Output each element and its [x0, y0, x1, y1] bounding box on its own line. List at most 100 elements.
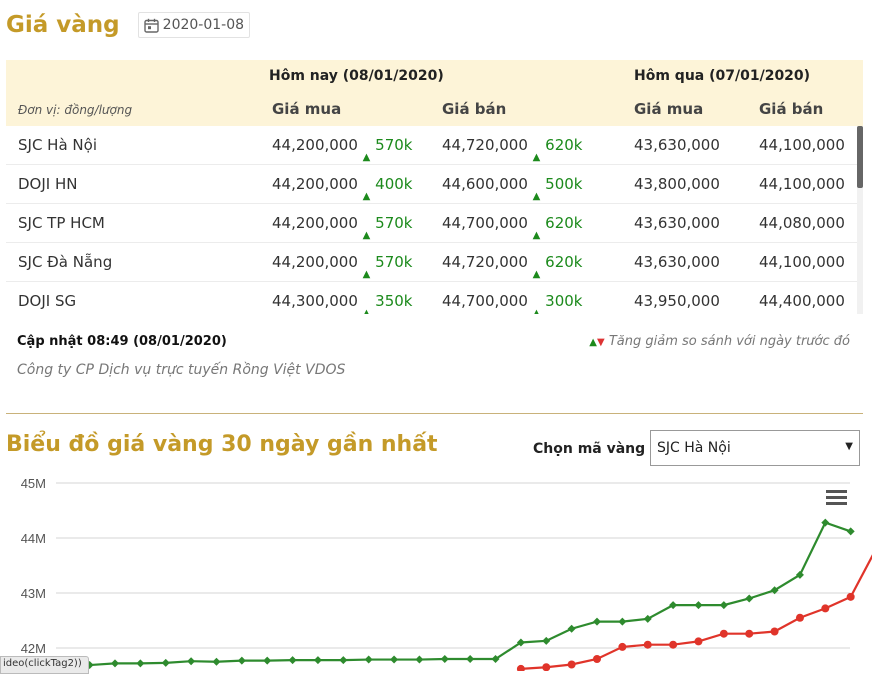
sell-data-point[interactable]	[390, 655, 399, 664]
sell-data-point[interactable]	[567, 624, 576, 633]
sell-data-point[interactable]	[745, 594, 754, 603]
table-row: DOJI SG 44,300,000 ▲ 350k 44,700,000 ▲ 3…	[6, 282, 863, 314]
sell-data-point[interactable]	[440, 655, 449, 663]
sell-data-point[interactable]	[161, 658, 170, 667]
buy-data-point[interactable]	[593, 655, 601, 663]
sell-data-point[interactable]	[618, 617, 627, 626]
buy-data-point[interactable]	[567, 660, 576, 669]
up-arrow-icon: ▲	[532, 308, 541, 314]
prev-buy-price: 43,630,000	[634, 253, 720, 271]
sell-price: 44,700,000 ▲ 300k	[442, 292, 583, 314]
sell-change: 300k	[545, 292, 583, 310]
yesterday-sell-header: Giá bán	[759, 100, 824, 118]
up-arrow-icon: ▲	[362, 152, 371, 163]
up-arrow-icon: ▲	[532, 230, 541, 241]
buy-price: 44,300,000 ▲ 350k	[272, 292, 413, 314]
up-arrow-icon: ▲	[589, 337, 597, 348]
sell-data-point[interactable]	[237, 656, 246, 665]
y-tick-label: 44M	[21, 531, 46, 546]
prev-sell-price: 44,080,000	[759, 214, 845, 232]
table-row: DOJI HN 44,200,000 ▲ 400k 44,600,000 ▲ 5…	[6, 165, 863, 204]
sell-data-point[interactable]	[364, 655, 373, 664]
table-body[interactable]: SJC Hà Nội 44,200,000 ▲ 570k 44,720,000 …	[6, 126, 863, 314]
gold-type-select[interactable]: SJC Hà Nội ▼	[650, 430, 860, 466]
date-picker[interactable]: 2020-01-08	[137, 12, 251, 38]
sell-data-point[interactable]	[669, 601, 678, 610]
buy-price-line	[520, 554, 872, 670]
y-tick-label: 43M	[21, 586, 46, 601]
sell-change: 620k	[545, 214, 583, 232]
buy-data-point[interactable]	[770, 627, 779, 636]
buy-price: 44,200,000 ▲ 570k	[272, 214, 413, 241]
page-title: Giá vàng	[6, 12, 120, 38]
sell-data-point[interactable]	[593, 617, 601, 626]
buy-data-point[interactable]	[795, 613, 804, 622]
sell-price: 44,720,000 ▲ 620k	[442, 136, 583, 163]
prev-sell-price: 44,100,000	[759, 253, 845, 271]
sell-data-point[interactable]	[415, 655, 424, 664]
prev-buy-price: 43,950,000	[634, 292, 720, 310]
table-scrollbar[interactable]	[857, 126, 863, 314]
buy-change: 570k	[375, 136, 413, 154]
buy-price: 44,200,000 ▲ 570k	[272, 136, 413, 163]
gold-type-name: SJC TP HCM	[18, 214, 105, 232]
hamburger-menu-icon[interactable]	[826, 490, 847, 505]
sell-data-point[interactable]	[466, 655, 475, 663]
sell-data-point[interactable]	[136, 659, 145, 668]
gold-type-name: SJC Hà Nội	[18, 136, 97, 154]
buy-data-point[interactable]	[694, 637, 703, 646]
buy-data-point[interactable]	[821, 604, 830, 613]
change-legend-text: Tăng giảm so sánh với ngày trước đó	[608, 334, 850, 349]
up-arrow-icon: ▲	[532, 152, 541, 163]
sell-data-point[interactable]	[187, 657, 196, 666]
sell-data-point[interactable]	[821, 518, 830, 527]
buy-data-point[interactable]	[542, 663, 551, 671]
sell-data-point[interactable]	[212, 657, 221, 666]
select-label: Chọn mã vàng	[533, 441, 646, 457]
chevron-down-icon: ▼	[845, 441, 853, 452]
table-header-dates: Hôm nay (08/01/2020) Hôm qua (07/01/2020…	[6, 60, 863, 92]
buy-data-point[interactable]	[643, 640, 652, 649]
sell-price-line	[64, 521, 852, 668]
sell-price: 44,600,000 ▲ 500k	[442, 175, 583, 202]
date-value: 2020-01-08	[162, 17, 245, 33]
sell-data-point[interactable]	[313, 656, 322, 665]
sell-change: 620k	[545, 136, 583, 154]
table-row: SJC TP HCM 44,200,000 ▲ 570k 44,700,000 …	[6, 204, 863, 243]
buy-change: 350k	[375, 292, 413, 310]
sell-data-point[interactable]	[542, 636, 551, 645]
sell-data-point[interactable]	[846, 527, 855, 536]
prev-sell-price: 44,400,000	[759, 292, 845, 310]
sell-data-point[interactable]	[111, 659, 119, 668]
buy-data-point[interactable]	[846, 592, 855, 601]
sell-data-point[interactable]	[643, 614, 652, 623]
company-name: Công ty CP Dịch vụ trực tuyến Rồng Việt …	[17, 362, 346, 378]
sell-data-point[interactable]	[339, 656, 348, 665]
buy-data-point[interactable]	[745, 629, 754, 638]
up-arrow-icon: ▲	[532, 191, 541, 202]
buy-data-point[interactable]	[516, 664, 525, 671]
gold-type-name: SJC Đà Nẵng	[18, 253, 113, 271]
prev-buy-price: 43,800,000	[634, 175, 720, 193]
buy-data-point[interactable]	[719, 629, 728, 638]
unit-label: Đơn vị: đồng/lượng	[18, 103, 133, 117]
prev-sell-price: 44,100,000	[759, 175, 845, 193]
sell-data-point[interactable]	[719, 601, 728, 610]
up-arrow-icon: ▲	[362, 269, 371, 280]
calendar-icon	[143, 18, 159, 33]
sell-data-point[interactable]	[263, 656, 272, 665]
sell-price: 44,720,000 ▲ 620k	[442, 253, 583, 280]
buy-change: 400k	[375, 175, 413, 193]
prev-buy-price: 43,630,000	[634, 214, 720, 232]
y-tick-label: 45M	[21, 476, 46, 491]
table-header-columns: Đơn vị: đồng/lượng Giá mua Giá bán Giá m…	[6, 92, 863, 126]
buy-change: 570k	[375, 214, 413, 232]
chart-title: Biểu đồ giá vàng 30 ngày gần nhất	[6, 432, 438, 457]
sell-data-point[interactable]	[694, 601, 703, 610]
sell-change: 500k	[545, 175, 583, 193]
buy-data-point[interactable]	[669, 640, 678, 649]
gold-type-name: DOJI HN	[18, 175, 78, 193]
buy-data-point[interactable]	[618, 642, 627, 651]
table-scrollbar-thumb[interactable]	[857, 126, 863, 188]
sell-data-point[interactable]	[288, 656, 297, 665]
